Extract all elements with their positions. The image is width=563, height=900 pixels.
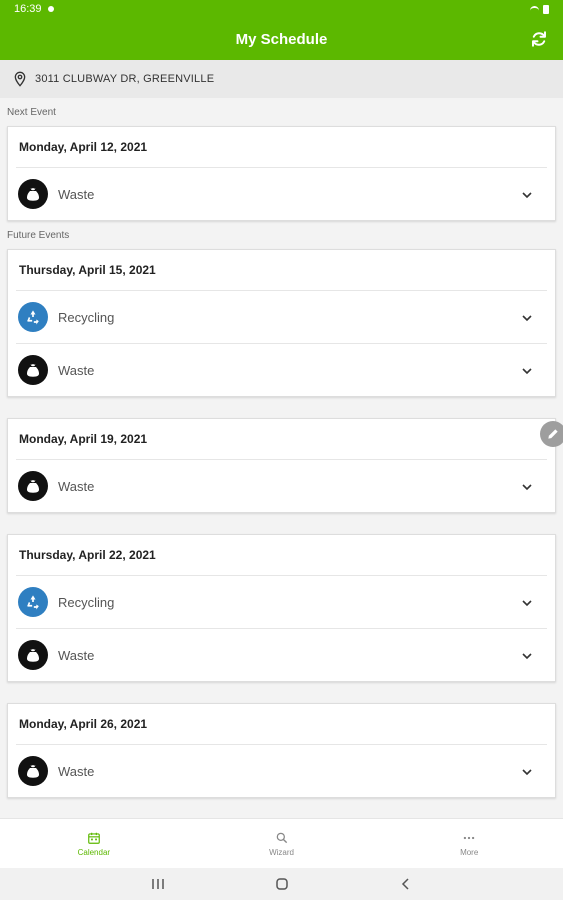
event-date: Monday, April 12, 2021 [19,140,148,154]
nav-more[interactable]: More [375,819,563,868]
event-row-recycling[interactable]: Recycling [16,575,547,628]
chevron-down-icon[interactable] [521,364,533,376]
page-title: My Schedule [235,30,328,48]
battery-icon [543,4,549,14]
chevron-down-icon[interactable] [521,596,533,608]
event-card: Thursday, April 22, 2021 Recycling Waste [7,534,556,682]
waste-bag-icon [18,355,48,385]
event-type-label: Waste [58,186,95,202]
schedule-list[interactable]: Next Event Monday, April 12, 2021 Waste F… [0,98,563,818]
event-row-recycling[interactable]: Recycling [16,290,547,343]
app-bar: My Schedule [0,18,563,60]
address-bar[interactable]: 3011 CLUBWAY DR, GREENVILLE [0,60,563,98]
nav-calendar[interactable]: Calendar [0,819,188,868]
bottom-navigation: Calendar Wizard More [0,818,563,868]
section-label-next: Next Event [7,107,56,118]
event-type-label: Waste [58,478,95,494]
event-date: Thursday, April 22, 2021 [19,548,156,562]
recycling-icon [18,302,48,332]
waste-bag-icon [18,179,48,209]
nav-wizard[interactable]: Wizard [188,819,376,868]
status-time: 16:39 [14,3,42,15]
back-icon [401,878,409,890]
event-card: Monday, April 26, 2021 Waste [7,703,556,798]
event-row-waste[interactable]: Waste [16,459,547,512]
event-card: Thursday, April 15, 2021 Recycling Waste [7,249,556,397]
wifi-icon [530,5,539,13]
refresh-icon[interactable] [529,29,549,49]
event-type-label: Waste [58,362,95,378]
event-date: Monday, April 19, 2021 [19,432,148,446]
event-type-label: Waste [58,763,95,779]
nav-wizard-label: Wizard [269,847,294,857]
event-card: Monday, April 19, 2021 Waste [7,418,556,513]
chevron-down-icon[interactable] [521,765,533,777]
event-type-label: Waste [58,647,95,663]
waste-bag-icon [18,640,48,670]
event-date: Monday, April 26, 2021 [19,717,148,731]
more-icon [463,836,475,839]
status-bar: 16:39 [0,0,563,18]
event-date: Thursday, April 15, 2021 [19,263,156,277]
event-row-waste[interactable]: Waste [16,628,547,681]
chevron-down-icon[interactable] [521,188,533,200]
search-icon [276,832,287,843]
chevron-down-icon[interactable] [521,480,533,492]
chevron-down-icon[interactable] [521,649,533,661]
waste-bag-icon [18,756,48,786]
event-type-label: Recycling [58,594,115,610]
nav-more-label: More [460,847,479,857]
home-button[interactable] [220,878,344,890]
pencil-icon [548,429,558,439]
back-button[interactable] [344,878,468,890]
system-navigation-bar [0,868,563,900]
location-pin-icon [12,71,28,87]
home-icon [275,878,288,890]
section-label-future: Future Events [7,230,70,241]
calendar-icon [87,832,100,844]
recent-apps-icon [151,879,164,889]
event-card: Monday, April 12, 2021 Waste [7,126,556,221]
address-text: 3011 CLUBWAY DR, GREENVILLE [35,73,215,85]
event-row-waste[interactable]: Waste [16,167,547,220]
recent-apps-button[interactable] [96,878,220,890]
recycling-icon [18,587,48,617]
event-row-waste[interactable]: Waste [16,744,547,797]
nav-calendar-label: Calendar [77,847,111,857]
event-row-waste[interactable]: Waste [16,343,547,396]
notification-icon [47,6,54,12]
event-type-label: Recycling [58,309,115,325]
chevron-down-icon[interactable] [521,311,533,323]
edit-button[interactable] [540,421,563,447]
waste-bag-icon [18,471,48,501]
